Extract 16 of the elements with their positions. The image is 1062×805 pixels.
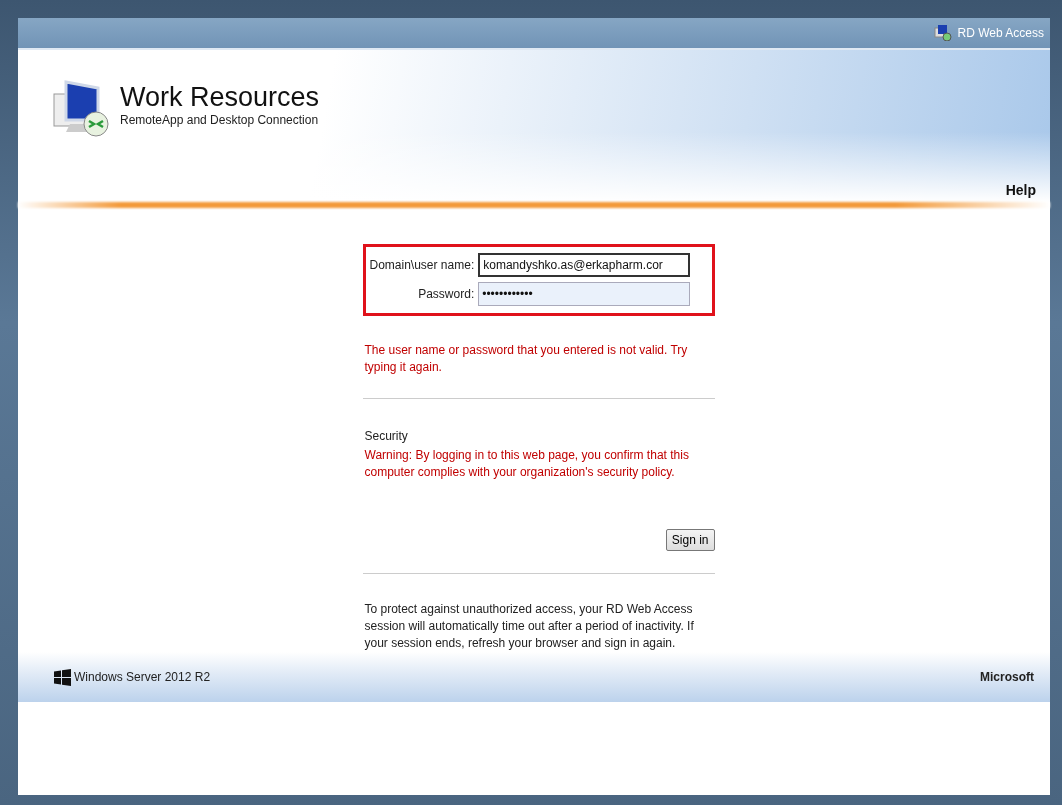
vendor-name: Microsoft	[980, 670, 1034, 684]
help-link[interactable]: Help	[1005, 182, 1036, 198]
security-warning: Warning: By logging in to this web page, you confirm that this computer complies with your organization's security policy.	[364, 447, 690, 481]
field-label: Password:	[417, 287, 475, 301]
windows-logo-icon	[54, 668, 71, 686]
remote-desktop-icon	[933, 25, 952, 41]
error-message: The user name or password that you entered is not valid. Try typing it again.	[364, 342, 689, 376]
page-subtitle: RemoteApp and Desktop Connection	[120, 113, 320, 127]
timeout-notice: To protect against unauthorized access, your RD Web Access session will automatically time out after a period of inactivity. If your session ends, refresh your browser and sign in again.	[364, 601, 695, 652]
product-name: Windows Server 2012 R2	[74, 670, 211, 684]
security-heading: Security	[364, 429, 409, 443]
sign-in-button[interactable]: Sign in	[665, 529, 715, 551]
page-title: Work Resources	[120, 82, 320, 113]
input-field[interactable]: ••••••••••••	[478, 282, 691, 306]
field-label: Domain\user name:	[369, 258, 475, 272]
input-field[interactable]: komandyshko.as@erkapharm.cor	[478, 253, 691, 277]
